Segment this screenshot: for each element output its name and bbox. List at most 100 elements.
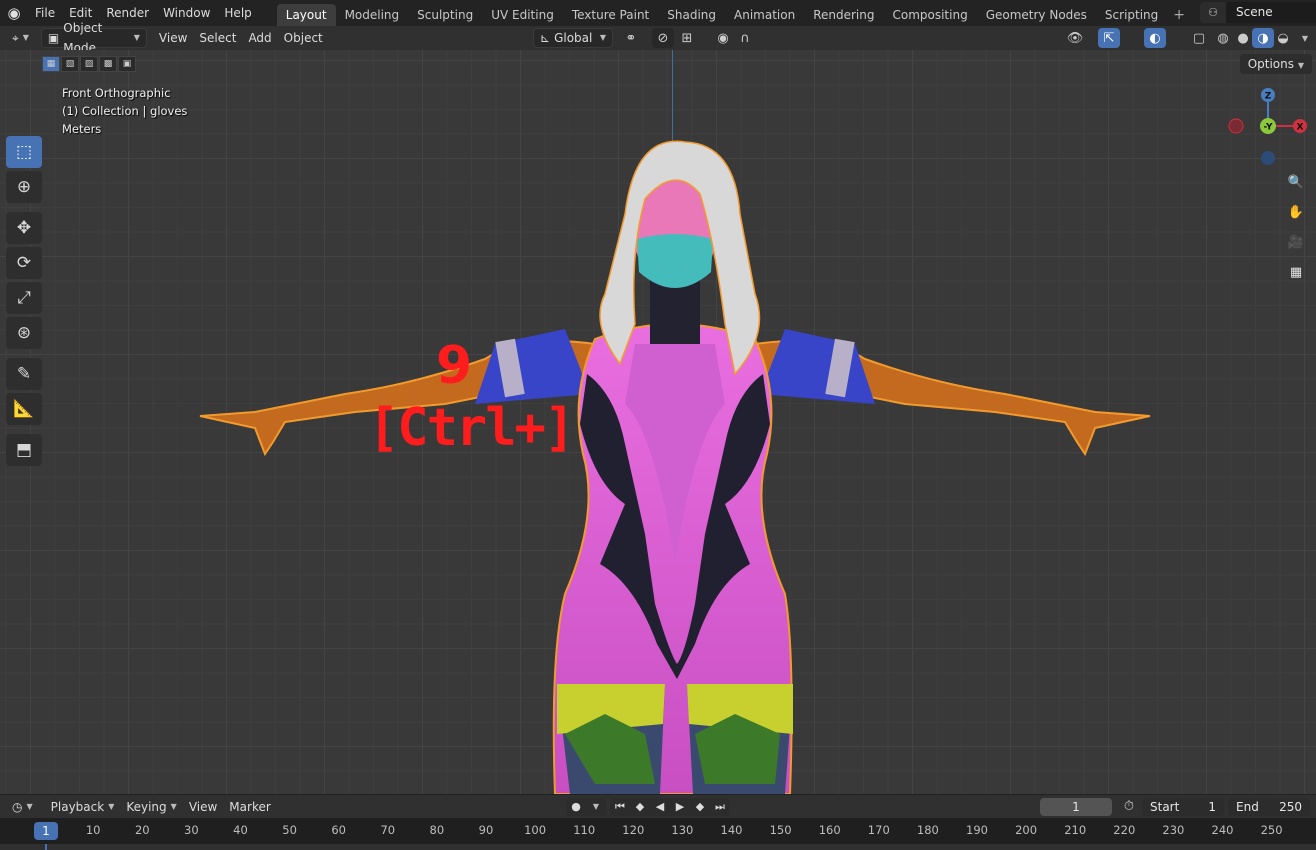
timeline-tick-label: 230 <box>1162 823 1185 837</box>
cursor-tool-icon[interactable]: ⊕ <box>6 171 42 203</box>
tab-animation[interactable]: Animation <box>725 4 804 26</box>
tab-sculpting[interactable]: Sculpting <box>408 4 482 26</box>
blender-logo-icon[interactable]: ◉ <box>0 0 28 26</box>
falloff-icon[interactable]: ∩ <box>734 28 756 48</box>
add-workspace-button[interactable]: + <box>1167 4 1191 26</box>
current-frame-field[interactable]: 1 <box>1040 797 1112 816</box>
menu-help[interactable]: Help <box>217 2 258 24</box>
chevron-down-icon: ▼ <box>108 801 115 811</box>
record-options-icon[interactable]: ▼ <box>586 797 606 816</box>
pan-hand-icon[interactable]: ✋ <box>1284 200 1308 224</box>
rendered-shading-icon[interactable]: ◒ <box>1272 28 1294 48</box>
move-tool-icon[interactable]: ✥ <box>6 212 42 244</box>
menu-object[interactable]: Object <box>278 28 329 48</box>
tab-rendering[interactable]: Rendering <box>804 4 883 26</box>
menu-select[interactable]: Select <box>193 28 242 48</box>
pivot-point-icon[interactable]: ⚭ <box>620 28 642 48</box>
record-icon[interactable]: ● <box>566 797 586 816</box>
scene-icon[interactable]: ⚇ <box>1200 2 1226 23</box>
timeline-editor-type[interactable]: ◷ ▼ <box>6 797 39 817</box>
editor-type-button[interactable]: ⌖ ▼ <box>6 28 35 48</box>
next-keyframe-icon[interactable]: ◆ <box>690 797 710 816</box>
menu-add[interactable]: Add <box>242 28 277 48</box>
jump-end-icon[interactable]: ⏭ <box>710 797 730 816</box>
transform-tool-icon[interactable]: ⊛ <box>6 317 42 349</box>
hint-shortcut: [Ctrl+] <box>368 398 575 458</box>
tab-shading[interactable]: Shading <box>658 4 725 26</box>
editor-type-icon: ⌖ <box>12 31 19 45</box>
jump-start-icon[interactable]: ⏮ <box>610 797 630 816</box>
keying-menu[interactable]: Keying ▼ <box>120 797 182 817</box>
tab-scripting[interactable]: Scripting <box>1096 4 1167 26</box>
tab-texture-paint[interactable]: Texture Paint <box>563 4 658 26</box>
shading-options-chevron-icon[interactable]: ▼ <box>1294 28 1316 48</box>
xray-toggle-icon[interactable]: ▢ <box>1188 28 1210 48</box>
zoom-icon[interactable]: 🔍 <box>1284 170 1308 194</box>
mode-dropdown[interactable]: ▣ Object Mode ▼ <box>40 21 147 55</box>
annotate-tool-icon[interactable]: ✎ <box>6 358 42 390</box>
solid-shading-icon[interactable]: ● <box>1232 28 1254 48</box>
timeline-tick-label: 220 <box>1113 823 1136 837</box>
transform-orientation-dropdown[interactable]: ⊾ Global ▼ <box>533 28 613 48</box>
scale-tool-icon[interactable]: ⤢ <box>6 282 42 314</box>
tab-modeling[interactable]: Modeling <box>336 4 409 26</box>
navigation-gizmo[interactable]: Z X -Y <box>1226 88 1310 172</box>
select-invert-icon[interactable]: ▩ <box>99 56 117 72</box>
timeline-ruler[interactable]: 1 10 20 30 40 50 60 70 80 90 100 110 120 130 140 150 160… <box>0 818 1316 844</box>
snap-target-icon[interactable]: ⊞ <box>676 28 698 48</box>
material-shading-icon[interactable]: ◑ <box>1252 28 1274 48</box>
chevron-down-icon: ▼ <box>1297 61 1304 70</box>
timeline-view-menu[interactable]: View <box>183 797 223 817</box>
end-frame-field[interactable]: End 250 <box>1228 797 1310 816</box>
add-cube-tool-icon[interactable]: ⬒ <box>6 434 42 466</box>
gizmo-toggle-icon[interactable]: ⇱ <box>1098 28 1120 48</box>
select-subtract-icon[interactable]: ▨ <box>80 56 98 72</box>
timeline-tick-label: 160 <box>818 823 841 837</box>
scene-name[interactable]: Scene <box>1226 2 1316 23</box>
measure-tool-icon[interactable]: 📐 <box>6 393 42 425</box>
chevron-down-icon: ▼ <box>22 33 29 42</box>
chevron-down-icon: ▼ <box>26 801 33 811</box>
play-reverse-icon[interactable]: ◀ <box>650 797 670 816</box>
playback-menu[interactable]: Playback ▼ <box>45 797 121 817</box>
3d-viewport[interactable]: ▦ ▧ ▨ ▩ ▣ Front Orthographic (1) Collect… <box>0 50 1316 794</box>
stopwatch-icon[interactable]: ⏱ <box>1118 797 1140 817</box>
menu-window[interactable]: Window <box>156 2 217 24</box>
play-icon[interactable]: ▶ <box>670 797 690 816</box>
tab-uv-editing[interactable]: UV Editing <box>482 4 563 26</box>
view-name: Front Orthographic <box>62 86 171 100</box>
tab-compositing[interactable]: Compositing <box>883 4 976 26</box>
select-extend-icon[interactable]: ▧ <box>61 56 79 72</box>
visibility-icon[interactable]: 👁 <box>1064 28 1086 48</box>
gizmo-neg-x-axis[interactable] <box>1228 118 1244 134</box>
select-box-tool-icon[interactable]: ⬚ <box>6 136 42 168</box>
tab-geometry-nodes[interactable]: Geometry Nodes <box>977 4 1096 26</box>
perspective-grid-icon[interactable]: ▦ <box>1284 260 1308 284</box>
select-new-icon[interactable]: ▦ <box>42 56 60 72</box>
menu-view[interactable]: View <box>153 28 193 48</box>
camera-view-icon[interactable]: 🎥 <box>1284 230 1308 254</box>
character-model[interactable] <box>195 94 1155 794</box>
timeline-tick-label: 110 <box>573 823 596 837</box>
timeline-tick-label: 250 <box>1260 823 1283 837</box>
start-frame-field[interactable]: Start 1 <box>1142 797 1224 816</box>
timeline-track-area[interactable] <box>0 844 1316 850</box>
scene-selector[interactable]: ⚇ Scene <box>1200 2 1316 23</box>
right-sleeve <box>760 329 875 404</box>
hint-number: 9 <box>436 336 473 396</box>
current-frame-marker[interactable]: 1 <box>34 822 58 840</box>
options-dropdown[interactable]: Options ▼ <box>1239 54 1312 74</box>
overlay-toggle-icon[interactable]: ◐ <box>1144 28 1166 48</box>
wireframe-shading-icon[interactable]: ◍ <box>1212 28 1234 48</box>
left-sleeve <box>475 329 590 404</box>
menu-file[interactable]: File <box>28 2 62 24</box>
tab-layout[interactable]: Layout <box>276 4 336 26</box>
rotate-tool-icon[interactable]: ⟳ <box>6 247 42 279</box>
select-intersect-icon[interactable]: ▣ <box>118 56 136 72</box>
proportional-edit-icon[interactable]: ◉ <box>712 28 734 48</box>
timeline-tick-label: 150 <box>769 823 792 837</box>
gizmo-neg-z-axis[interactable] <box>1261 151 1275 165</box>
marker-menu[interactable]: Marker <box>223 797 276 817</box>
snap-toggle-icon[interactable]: ⊘ <box>652 28 674 48</box>
prev-keyframe-icon[interactable]: ◆ <box>630 797 650 816</box>
